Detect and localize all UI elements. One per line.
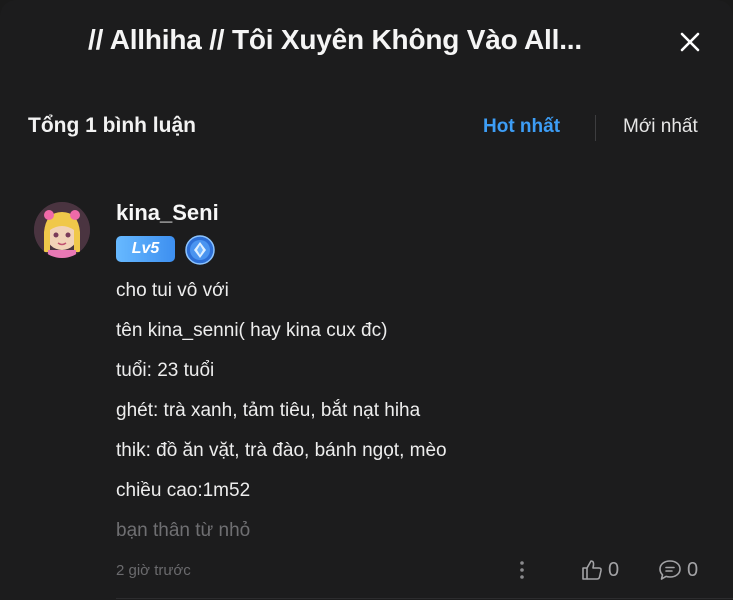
close-button[interactable] [676, 28, 704, 56]
comment-icon [659, 560, 681, 580]
sort-divider [595, 115, 596, 141]
sort-hot-tab[interactable]: Hot nhất [483, 116, 560, 138]
avatar-image [34, 202, 90, 258]
comment-username[interactable]: kina_Seni [116, 200, 219, 226]
comment-divider [116, 598, 733, 599]
story-title: // Allhiha // Tôi Xuyên Không Vào All... [88, 24, 582, 55]
comments-toolbar: Tổng 1 bình luận Hot nhất Mới nhất [0, 100, 733, 156]
avatar[interactable] [34, 202, 90, 258]
comments-panel: // Allhiha // Tôi Xuyên Không Vào All...… [0, 0, 733, 600]
comment-total: Tổng 1 bình luận [28, 114, 196, 137]
like-count: 0 [608, 558, 620, 581]
sort-newest-tab[interactable]: Mới nhất [623, 116, 698, 138]
comment-line: tên kina_senni( hay kina cux đc) [116, 320, 388, 341]
more-options-button[interactable] [512, 558, 532, 582]
panel-header: // Allhiha // Tôi Xuyên Không Vào All... [0, 0, 733, 90]
comment-line: cho tui vô với [116, 280, 229, 301]
like-button[interactable]: 0 [580, 556, 619, 584]
thumbs-up-icon [582, 560, 602, 580]
reply-count: 0 [687, 558, 699, 581]
comment-item: kina_Seni Lv5 cho tui vô với tên kina_se… [0, 190, 733, 600]
comment-line: tuổi: 23 tuổi [116, 360, 215, 381]
close-icon [680, 32, 700, 52]
comment-line: thik: đồ ăn vặt, trà đào, bánh ngọt, mèo [116, 440, 447, 461]
comment-line: ghét: trà xanh, tảm tiêu, bắt nạt hiha [116, 400, 421, 421]
reply-button[interactable]: 0 [657, 556, 698, 584]
comment-timestamp: 2 giờ trước [116, 562, 191, 579]
comment-line-faded: bạn thân từ nhỏ [116, 520, 251, 541]
comment-line: chiều cao:1m52 [116, 480, 251, 501]
more-vertical-icon [520, 561, 524, 579]
level-badge: Lv5 [116, 236, 175, 262]
shield-icon [185, 235, 215, 265]
